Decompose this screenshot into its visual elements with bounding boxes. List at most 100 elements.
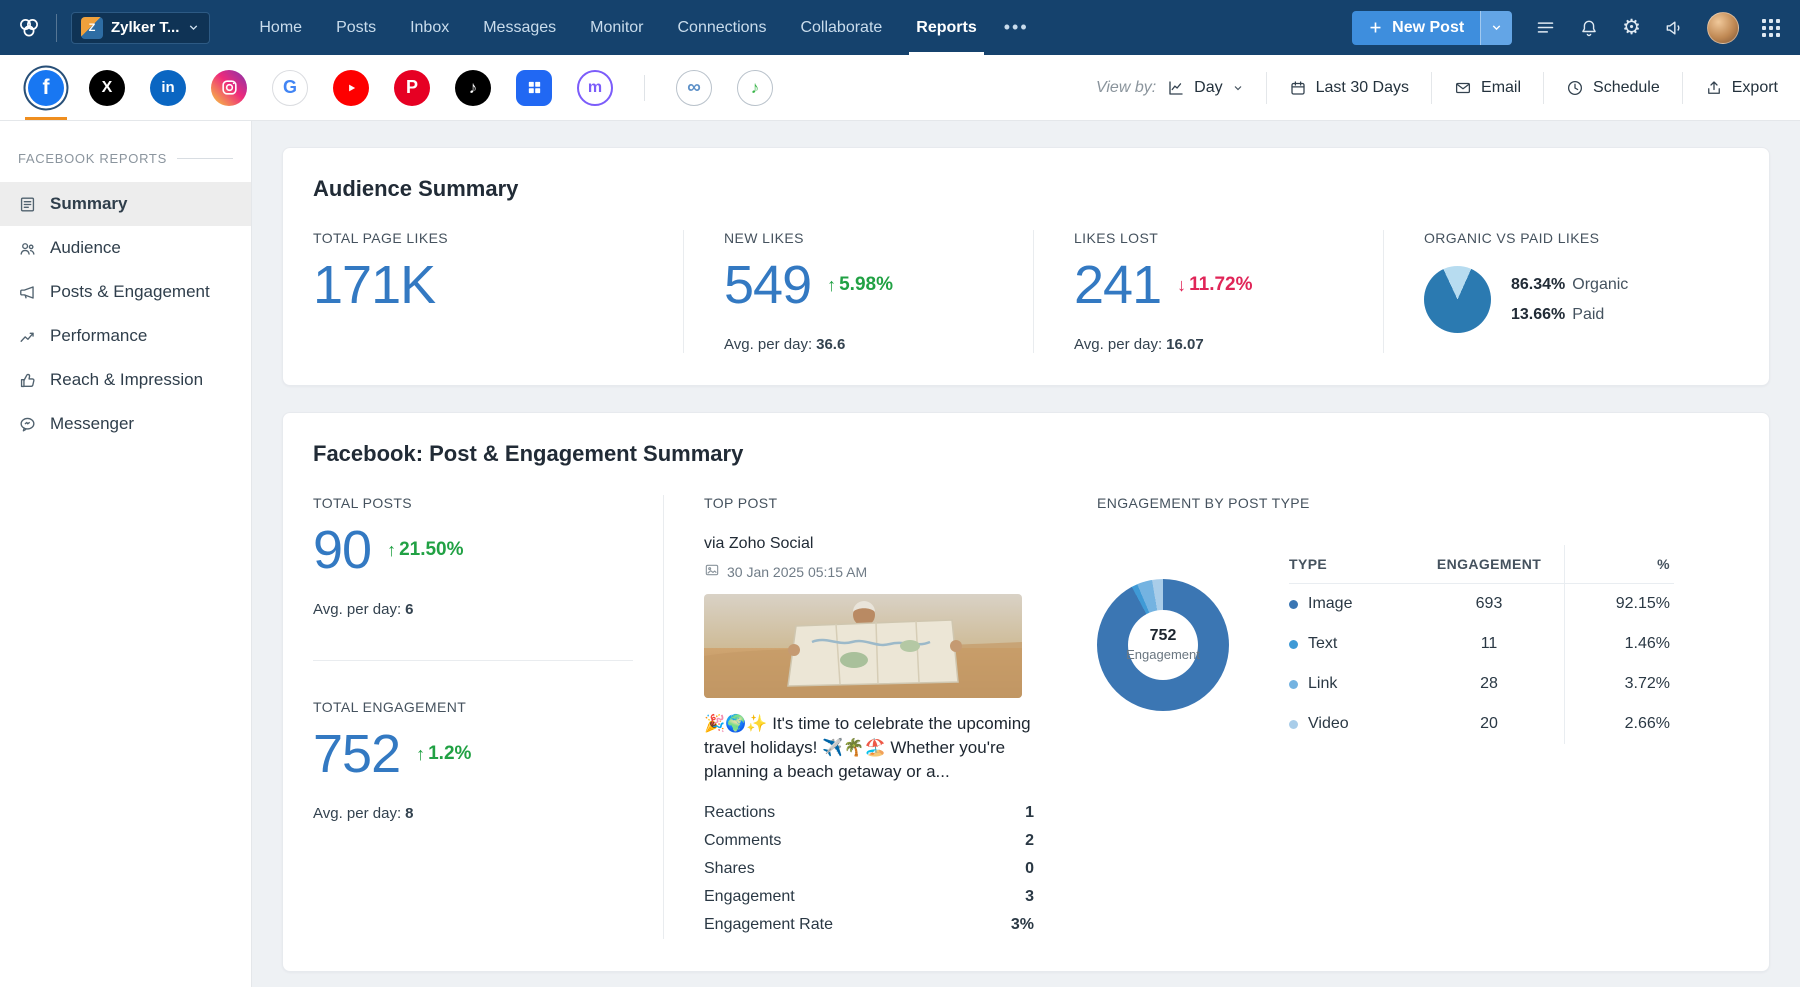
zoho-social-logo-icon[interactable]	[16, 15, 42, 41]
navbar-divider	[56, 14, 57, 42]
metric-delta: ↑ 5.98%	[827, 274, 893, 296]
green-note-network-tab[interactable]: ♪	[737, 55, 773, 120]
user-avatar[interactable]	[1707, 12, 1739, 44]
tiktok-tab[interactable]: ♪	[455, 55, 491, 120]
gear-icon[interactable]: ⚙	[1622, 17, 1641, 38]
brand-selector[interactable]: Z Zylker T...	[71, 12, 210, 44]
view-by-dropdown[interactable]: View by: Day	[1074, 79, 1266, 97]
top-post-source: via Zoho Social	[704, 535, 1053, 553]
legend-organic: 86.34%Organic	[1511, 276, 1628, 294]
network-tabs: f X in G P ♪ m ∞	[28, 55, 773, 120]
grid-network-tab[interactable]	[516, 55, 552, 120]
body: FACEBOOK REPORTS Summary Audience Post	[0, 121, 1800, 987]
sidebar-item-label: Summary	[50, 194, 127, 214]
avg-per-day: Avg. per day:36.6	[724, 336, 1033, 353]
announcement-icon[interactable]	[1664, 18, 1684, 38]
date-range-button[interactable]: Last 30 Days	[1267, 79, 1431, 97]
sidebar-item-performance[interactable]: Performance	[0, 314, 251, 358]
linkedin-tab[interactable]: in	[150, 55, 186, 120]
chevron-down-icon	[1232, 82, 1244, 94]
sidebar-item-reach-impression[interactable]: Reach & Impression	[0, 358, 251, 402]
new-post-split-button: New Post	[1352, 11, 1512, 45]
export-button[interactable]: Export	[1683, 79, 1800, 97]
stat-row-reactions: Reactions 1	[704, 799, 1034, 827]
sidebar-item-audience[interactable]: Audience	[0, 226, 251, 270]
metric-total-engagement: TOTAL ENGAGEMENT 752 ↑ 1.2% Avg. per day…	[313, 699, 663, 822]
stat-label: Engagement Rate	[704, 916, 833, 934]
queue-icon[interactable]	[1535, 17, 1556, 38]
nav-item-home[interactable]: Home	[242, 0, 319, 55]
export-label: Export	[1732, 79, 1778, 97]
nav-more-button[interactable]: •••	[994, 17, 1039, 38]
new-post-button[interactable]: New Post	[1352, 11, 1480, 45]
legend-name: Paid	[1572, 306, 1604, 323]
post-engagement-card: Facebook: Post & Engagement Summary TOTA…	[282, 412, 1770, 972]
type-cell: Video	[1289, 704, 1414, 744]
engagement-cell: 20	[1414, 704, 1564, 744]
apps-grid-icon[interactable]	[1762, 19, 1780, 37]
totals-column: TOTAL POSTS 90 ↑ 21.50% Avg. per day:6	[313, 495, 663, 939]
metric-value: 241	[1074, 258, 1161, 312]
schedule-button[interactable]: Schedule	[1544, 79, 1682, 97]
sidebar-item-summary[interactable]: Summary	[0, 182, 251, 226]
google-business-tab[interactable]: G	[272, 55, 308, 120]
top-post-image[interactable]	[704, 594, 1022, 698]
avg-label: Avg. per day:	[724, 336, 812, 353]
metric-label: ENGAGEMENT BY POST TYPE	[1097, 495, 1739, 511]
nav-item-monitor[interactable]: Monitor	[573, 0, 660, 55]
engagement-by-type-column: ENGAGEMENT BY POST TYPE 752 Engagement	[1053, 495, 1739, 939]
audience-metrics-row: TOTAL PAGE LIKES 171K NEW LIKES 549 ↑ 5.…	[313, 230, 1739, 353]
stat-label: Engagement	[704, 888, 795, 906]
nav-item-messages[interactable]: Messages	[466, 0, 573, 55]
sidebar-item-posts-engagement[interactable]: Posts & Engagement	[0, 270, 251, 314]
x-twitter-tab[interactable]: X	[89, 55, 125, 120]
instagram-tab[interactable]	[211, 55, 247, 120]
email-button[interactable]: Email	[1432, 79, 1543, 97]
percent-cell: 3.72%	[1564, 664, 1674, 704]
avg-label: Avg. per day:	[313, 805, 401, 822]
pinterest-icon: P	[394, 70, 430, 106]
organic-paid-pie-chart	[1424, 266, 1491, 333]
column-divider	[313, 660, 633, 661]
sidebar-title-rule	[177, 158, 233, 159]
mastodon-tab[interactable]: m	[577, 55, 613, 120]
schedule-label: Schedule	[1593, 79, 1660, 97]
metric-likes-lost: LIKES LOST 241 ↓ 11.72% Avg. per day:16.…	[1033, 230, 1383, 353]
tiktok-icon: ♪	[455, 70, 491, 106]
infinity-network-tab[interactable]: ∞	[676, 55, 712, 120]
plus-icon	[1368, 20, 1383, 35]
table-row: Text 11 1.46%	[1289, 624, 1674, 664]
type-cell: Image	[1289, 584, 1414, 624]
avg-value: 16.07	[1166, 336, 1204, 353]
sidebar-title: FACEBOOK REPORTS	[0, 151, 251, 166]
report-content: Audience Summary TOTAL PAGE LIKES 171K N…	[252, 121, 1800, 987]
youtube-tab[interactable]	[333, 55, 369, 120]
sidebar-item-label: Posts & Engagement	[50, 282, 210, 302]
avg-per-day: Avg. per day:6	[313, 601, 663, 618]
metric-label: LIKES LOST	[1074, 230, 1383, 246]
nav-item-reports[interactable]: Reports	[899, 0, 993, 55]
legend-dot	[1289, 640, 1298, 649]
sidebar-item-messenger[interactable]: Messenger	[0, 402, 251, 446]
top-post-column: TOP POST via Zoho Social 30 Jan 2025 05:…	[663, 495, 1053, 939]
legend-paid: 13.66% Paid	[1511, 306, 1628, 324]
nav-item-posts[interactable]: Posts	[319, 0, 393, 55]
engagement-by-type-content: 752 Engagement TYPE ENGAGEMENT %	[1097, 545, 1739, 744]
facebook-tab[interactable]: f	[28, 55, 64, 120]
legend-pct: 13.66%	[1511, 306, 1565, 323]
infinity-network-icon: ∞	[676, 70, 712, 106]
table-header: TYPE ENGAGEMENT %	[1289, 545, 1674, 584]
pinterest-tab[interactable]: P	[394, 55, 430, 120]
audience-summary-card: Audience Summary TOTAL PAGE LIKES 171K N…	[282, 147, 1770, 386]
nav-item-collaborate[interactable]: Collaborate	[783, 0, 899, 55]
stat-label: Shares	[704, 860, 755, 878]
stat-row-engagement-rate: Engagement Rate 3%	[704, 911, 1034, 939]
nav-item-inbox[interactable]: Inbox	[393, 0, 466, 55]
bell-icon[interactable]	[1579, 18, 1599, 38]
new-post-caret-button[interactable]	[1480, 11, 1512, 45]
nav-item-connections[interactable]: Connections	[661, 0, 784, 55]
engagement-cell: 693	[1414, 584, 1564, 624]
people-icon	[18, 239, 37, 258]
up-arrow-icon: ↑	[387, 540, 396, 561]
stat-value: 3%	[1011, 916, 1034, 934]
